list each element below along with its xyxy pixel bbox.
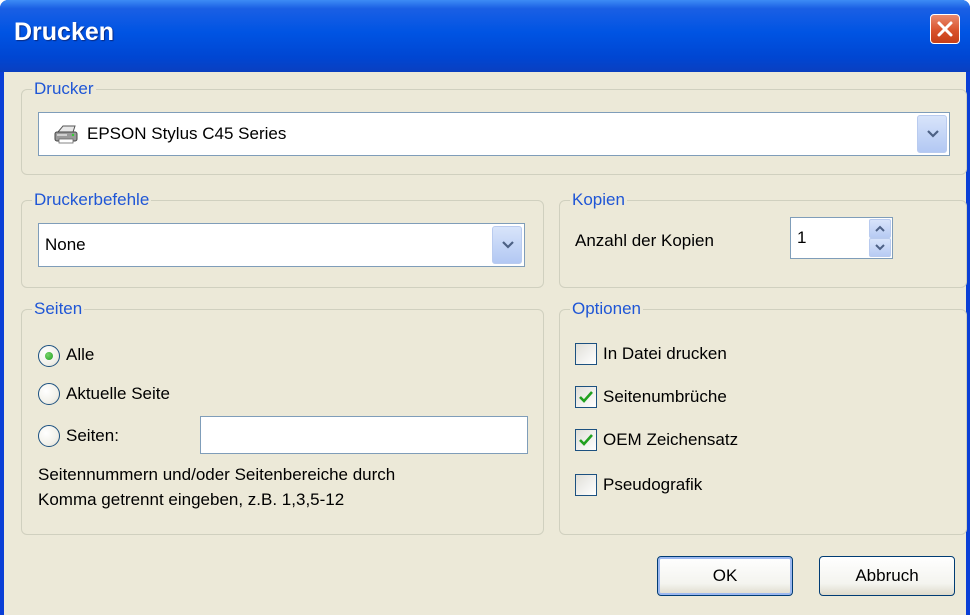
checkbox-print-to-file[interactable] [575,343,597,365]
printer-commands-legend: Druckerbefehle [32,190,152,210]
radio-selected-dot [45,352,53,360]
checkbox-pseudographics-label[interactable]: Pseudografik [603,475,702,495]
copies-group: Kopien Anzahl der Kopien 1 [559,190,967,288]
page-range-hint-line1: Seitennummern und/oder Seitenbereiche du… [38,465,396,484]
ok-button[interactable]: OK [657,556,793,596]
checkbox-print-to-file-label[interactable]: In Datei drucken [603,344,727,364]
copies-spinner[interactable]: 1 [790,217,893,259]
printer-commands-group: Druckerbefehle None [21,190,544,288]
checkbox-page-breaks-label[interactable]: Seitenumbrüche [603,387,727,407]
printer-select-value: EPSON Stylus C45 Series [87,124,287,143]
checkbox-oem-charset-label[interactable]: OEM Zeichensatz [603,430,738,450]
chevron-down-icon [502,241,514,249]
close-icon [937,21,953,37]
copies-group-legend: Kopien [570,190,627,210]
chevron-up-icon [875,225,885,232]
chevron-down-icon [875,244,885,251]
printer-commands-value: None [45,235,86,254]
printer-group: Drucker EPSON Stylus C45 Series [21,79,967,175]
copies-value[interactable]: 1 [797,218,806,258]
pages-group: Seiten Alle Aktuelle Seite Seiten: Seite… [21,299,544,535]
close-button[interactable] [930,14,960,44]
dialog-body: Drucker EPSON Stylus C45 Series Druckerb… [4,72,967,615]
printer-icon [54,125,78,144]
checkmark-icon [579,391,593,403]
radio-pages-label[interactable]: Seiten: [66,426,119,446]
printer-group-legend: Drucker [32,79,96,99]
copies-increment-button[interactable] [869,219,891,238]
page-range-hint-line2: Komma getrennt eingeben, z.B. 1,3,5-12 [38,490,345,509]
pages-group-legend: Seiten [32,299,85,319]
options-group: Optionen In Datei drucken Seitenumbrüche… [559,299,967,535]
checkbox-page-breaks[interactable] [575,386,597,408]
chevron-down-icon [927,130,939,138]
printer-select[interactable]: EPSON Stylus C45 Series [38,112,950,156]
radio-current-page[interactable] [38,383,60,405]
checkbox-pseudographics[interactable] [575,474,597,496]
window-title: Drucken [14,18,115,46]
radio-current-page-label[interactable]: Aktuelle Seite [66,384,170,404]
printer-commands-dropdown-button[interactable] [492,226,522,264]
radio-all[interactable] [38,345,60,367]
copies-decrement-button[interactable] [869,238,891,257]
options-group-legend: Optionen [570,299,643,319]
printer-dropdown-button[interactable] [917,115,947,153]
radio-all-label[interactable]: Alle [66,345,94,365]
checkbox-oem-charset[interactable] [575,429,597,451]
printer-commands-select[interactable]: None [38,223,525,267]
radio-pages[interactable] [38,425,60,447]
title-bar[interactable]: Drucken [0,0,970,72]
copies-label: Anzahl der Kopien [575,231,714,250]
page-range-input[interactable] [200,416,528,454]
checkmark-icon [579,434,593,446]
print-dialog: Drucken Drucker EPSON Stylus C45 Series [0,0,970,615]
cancel-button[interactable]: Abbruch [819,556,955,596]
